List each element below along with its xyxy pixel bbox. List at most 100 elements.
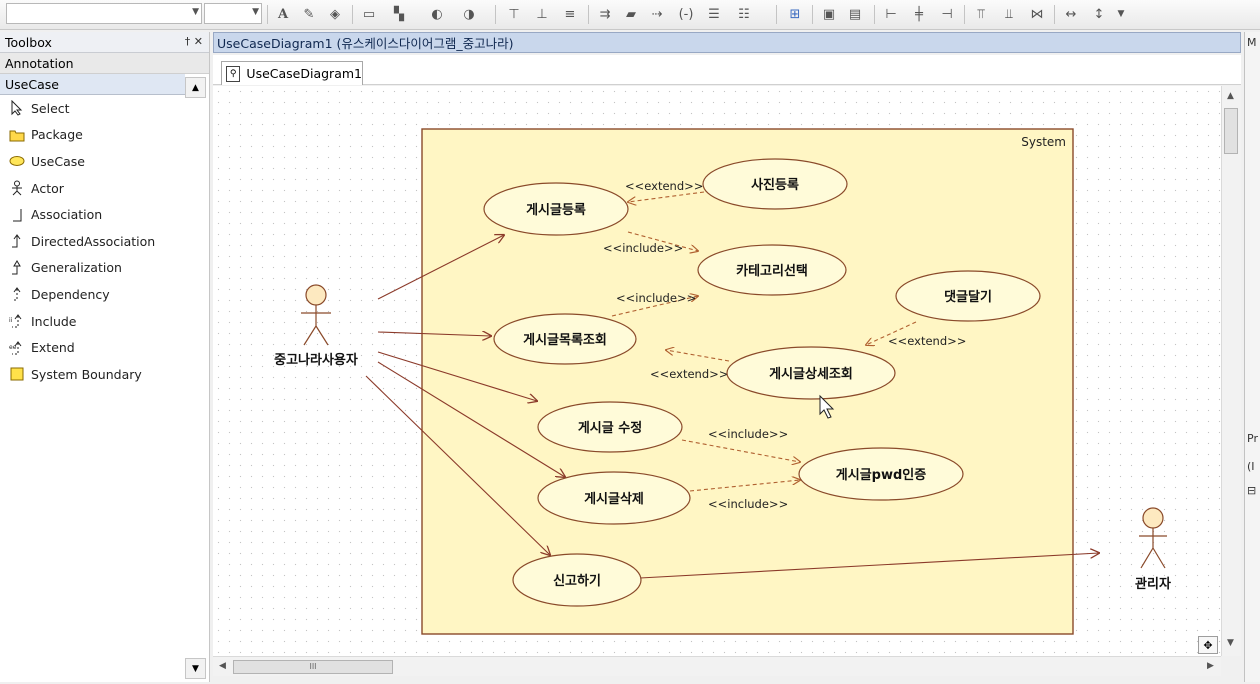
align-center-icon[interactable]: ╪: [910, 5, 928, 23]
document-title: UseCaseDiagram1 (유스케이스다이어그램_중고나라): [217, 36, 514, 51]
spacing2-icon[interactable]: ☷: [735, 5, 753, 23]
tool-dependency[interactable]: Dependency: [0, 281, 209, 308]
scroll-up-icon[interactable]: ▲: [1227, 91, 1234, 101]
usecase-post-list[interactable]: 게시글목록조회: [493, 313, 637, 365]
font-size-combo[interactable]: ▼: [204, 3, 262, 24]
paint2-icon[interactable]: ◑: [460, 5, 478, 23]
tool-usecase[interactable]: UseCase: [0, 148, 209, 175]
tool-label: Extend: [31, 340, 75, 356]
paint-icon[interactable]: ◐: [428, 5, 446, 23]
align-bottom-icon[interactable]: ≡: [561, 5, 579, 23]
usecase-post-edit[interactable]: 게시글 수정: [537, 401, 683, 453]
tool-association[interactable]: Association: [0, 201, 209, 228]
stereotype-include-4: <<include>>: [708, 497, 788, 511]
folder-icon[interactable]: ▰: [622, 5, 640, 23]
main-toolbar: ▼ ▼ A ✎ ◈ ▭ ▚ ◐ ◑ ⊤ ⊥ ≡ ⇉ ▰ ⇢ (-) ☰ ☷ ⊞ …: [0, 0, 1260, 30]
include-icon: ii: [8, 312, 26, 330]
tool-system-boundary[interactable]: System Boundary: [0, 361, 209, 388]
actor-icon: [8, 179, 26, 197]
align-right-icon[interactable]: ⊣: [938, 5, 956, 23]
fill-color-icon[interactable]: ◈: [326, 5, 344, 23]
wrap-icon[interactable]: ⇉: [596, 5, 614, 23]
more-icon[interactable]: ▼: [1112, 5, 1130, 23]
vertical-scrollbar[interactable]: ▲ ▼: [1221, 86, 1241, 656]
pan-button[interactable]: ✥: [1198, 636, 1218, 654]
tab-usecasediagram1[interactable]: ⚲ UseCaseDiagram1: [221, 61, 363, 85]
usecase-pwd-auth[interactable]: 게시글pwd인증: [798, 447, 964, 501]
send-back-icon[interactable]: ▤: [846, 5, 864, 23]
tool-label: DirectedAssociation: [31, 233, 156, 249]
stereotype-extend-2: <<extend>>: [888, 334, 966, 348]
link-icon[interactable]: ⇢: [648, 5, 666, 23]
stereotype-extend-3: <<extend>>: [650, 367, 728, 381]
section-usecase[interactable]: UseCase: [0, 74, 185, 95]
scroll-down-icon[interactable]: ▼: [1227, 638, 1234, 648]
usecase-label: 카테고리선택: [736, 263, 808, 279]
tool-actor[interactable]: Actor: [0, 175, 209, 202]
actor-admin[interactable]: 관리자: [1135, 507, 1171, 592]
font-family-combo[interactable]: ▼: [6, 3, 202, 24]
section-label: Annotation: [5, 55, 74, 71]
usecase-label: 사진등록: [751, 177, 799, 193]
toolbox-title: Toolbox: [5, 34, 52, 50]
usecase-label: 게시글pwd인증: [836, 467, 926, 483]
diagram-canvas[interactable]: System <<extend>> <<include>> <<include>…: [213, 86, 1221, 656]
tool-label: System Boundary: [31, 366, 142, 382]
line-color-icon[interactable]: ✎: [300, 5, 318, 23]
tool-label: Package: [31, 127, 83, 143]
actor-head: [305, 284, 327, 306]
align-middle-icon[interactable]: ⊥: [533, 5, 551, 23]
stereotype-include-2: <<include>>: [616, 291, 696, 305]
horizontal-scrollbar[interactable]: ◀ III ▶: [213, 656, 1221, 676]
usecase-label: 댓글달기: [944, 289, 992, 305]
tool-directed-association[interactable]: DirectedAssociation: [0, 228, 209, 255]
layout-icon[interactable]: ▚: [390, 5, 408, 23]
right-panel-label-3: ⊟: [1247, 484, 1257, 497]
usecase-photo-register[interactable]: 사진등록: [702, 158, 848, 210]
hierarchy-icon[interactable]: ⊞: [786, 5, 804, 23]
dependency-icon: [8, 285, 26, 303]
shape-icon[interactable]: ▭: [360, 5, 378, 23]
pin-close-icon[interactable]: † ✕: [185, 35, 203, 48]
align-left-icon[interactable]: ⊢: [882, 5, 900, 23]
text-style-icon[interactable]: A: [274, 5, 292, 23]
folder-icon: [8, 126, 26, 144]
usecase-label: 신고하기: [553, 573, 601, 589]
right-panel-label-2: (I: [1247, 460, 1255, 473]
align-top2-icon[interactable]: ⫪: [972, 5, 990, 23]
vertical-scroll-thumb[interactable]: [1224, 108, 1238, 154]
space-horizontal-icon[interactable]: ↔: [1062, 5, 1080, 23]
toolbox-scroll-up-button[interactable]: ▲: [185, 77, 206, 98]
usecase-post-register[interactable]: 게시글등록: [483, 182, 629, 236]
tool-include[interactable]: ii Include: [0, 308, 209, 335]
scroll-right-icon[interactable]: ▶: [1207, 661, 1214, 671]
usecase-diagram[interactable]: System <<extend>> <<include>> <<include>…: [213, 86, 1221, 656]
usecase-label: 게시글목록조회: [523, 332, 607, 348]
usecase-report[interactable]: 신고하기: [512, 553, 642, 607]
usecase-category-select[interactable]: 카테고리선택: [697, 244, 847, 296]
tab-strip: ⚲ UseCaseDiagram1: [213, 55, 1241, 85]
bracket-icon[interactable]: (-): [677, 5, 695, 23]
tool-package[interactable]: Package: [0, 122, 209, 149]
scroll-left-icon[interactable]: ◀: [219, 661, 226, 671]
bring-front-icon[interactable]: ▣: [820, 5, 838, 23]
usecase-comment[interactable]: 댓글달기: [895, 270, 1041, 322]
tool-extend[interactable]: ee Extend: [0, 334, 209, 361]
usecase-post-delete[interactable]: 게시글삭제: [537, 471, 691, 525]
distribute-icon[interactable]: ⋈: [1028, 5, 1046, 23]
horizontal-scroll-thumb[interactable]: III: [233, 660, 393, 674]
spacing-icon[interactable]: ☰: [705, 5, 723, 23]
align-top-icon[interactable]: ⊤: [505, 5, 523, 23]
tool-label: Association: [31, 207, 103, 223]
tab-label: UseCaseDiagram1: [246, 66, 362, 81]
align-bottom2-icon[interactable]: ⫫: [1000, 5, 1018, 23]
toolbox-scroll-down-button[interactable]: ▼: [185, 658, 206, 679]
tool-generalization[interactable]: Generalization: [0, 255, 209, 282]
usecase-post-detail[interactable]: 게시글상세조회: [726, 346, 896, 400]
usecase-label: 게시글삭제: [584, 492, 644, 507]
actor-user[interactable]: 중고나라사용자: [274, 284, 358, 368]
right-panel-label-1: Pr: [1247, 432, 1258, 445]
space-vertical-icon[interactable]: ↕: [1090, 5, 1108, 23]
tool-select[interactable]: Select: [0, 95, 209, 122]
section-annotation[interactable]: Annotation: [0, 53, 209, 74]
